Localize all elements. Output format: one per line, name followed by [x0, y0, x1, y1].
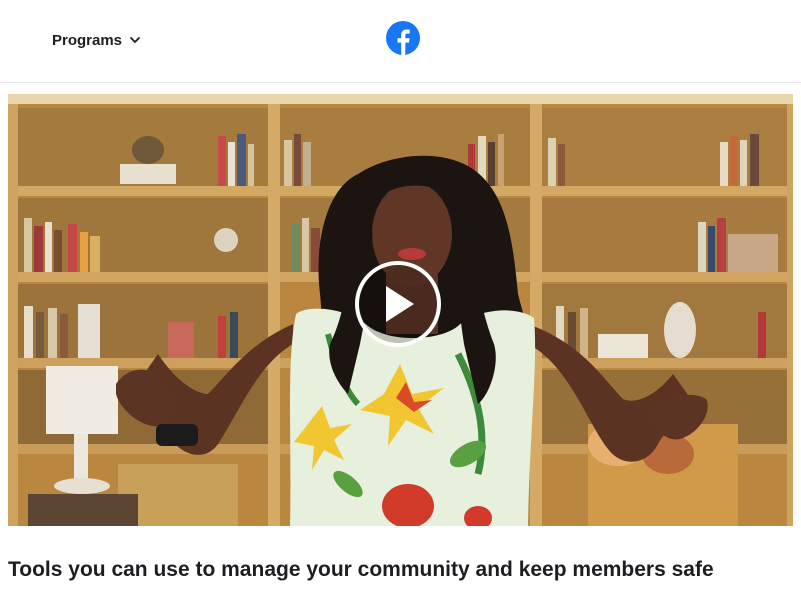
programs-label: Programs: [52, 31, 123, 49]
page: Programs Tools you can use to manage you…: [0, 0, 801, 614]
page-headline: Tools you can use to manage your communi…: [8, 558, 714, 581]
top-header: Programs: [0, 0, 801, 83]
programs-menu-button[interactable]: Programs: [52, 29, 141, 51]
video-player[interactable]: [8, 94, 793, 526]
play-button[interactable]: [355, 261, 441, 347]
facebook-logo-icon[interactable]: [386, 21, 420, 55]
play-icon: [386, 286, 414, 322]
chevron-down-icon: [130, 37, 140, 43]
